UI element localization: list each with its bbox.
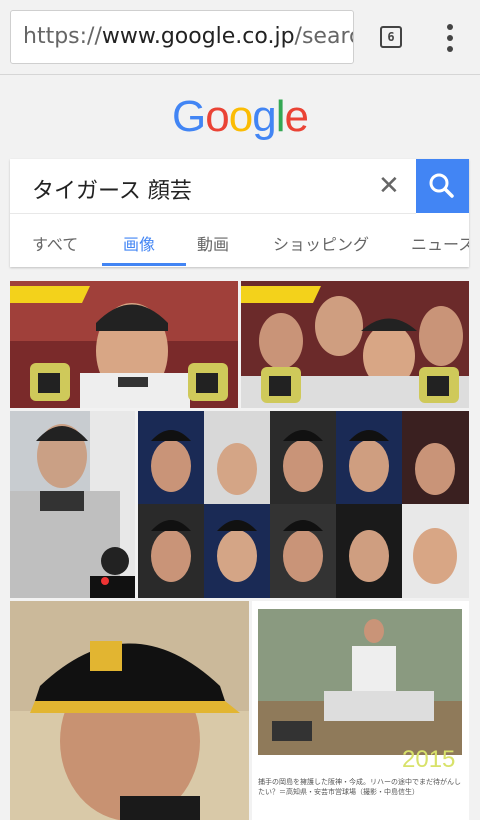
tab-switcher-button[interactable]: 6 [380,26,402,48]
logo-letter: o [228,92,254,141]
browser-toolbar: https://www.google.co.jp/search? 6 [0,0,480,75]
clear-icon[interactable]: ✕ [378,171,400,201]
image-result-2[interactable] [241,281,469,408]
search-tabs: すべて 画像 動画 ショッピング ニュース [10,214,469,267]
search-input[interactable]: タイガース 顔芸 [32,173,192,205]
image-result-4[interactable] [138,411,469,598]
image-result-3[interactable] [10,411,135,598]
url-host: www.google.co.jp [101,24,295,49]
address-bar[interactable]: https://www.google.co.jp/search? [10,10,354,64]
tab-all[interactable]: すべて [32,231,78,255]
image-caption: 捕手の岡島を擁護した阪神・今成。リハーの途中でまだ待がんしたい？＝高知県・安芸市… [258,778,461,796]
google-logo: Google [0,92,480,142]
logo-letter: G [172,92,206,141]
tab-news[interactable]: ニュース [411,231,469,255]
tab-shopping[interactable]: ショッピング [273,231,369,255]
logo-letter: e [284,92,309,141]
image-result-6[interactable]: 2015 捕手の岡島を擁護した阪神・今成。リハーの途中でまだ待がんしたい？＝高知… [252,601,469,820]
logo-letter: g [252,92,277,141]
search-icon [429,173,454,198]
logo-letter: o [205,92,230,141]
image-result-5[interactable] [10,601,249,820]
active-tab-indicator [102,263,186,266]
url-path: /search? [294,24,353,49]
search-button[interactable] [416,159,469,213]
url-scheme: https:// [23,24,102,49]
image-year-label: 2015 [402,746,456,773]
image-result-1[interactable] [10,281,238,408]
search-card: タイガース 顔芸 ✕ すべて 画像 動画 ショッピング ニュース [10,159,469,267]
tab-images[interactable]: 画像 [123,231,155,255]
tab-videos[interactable]: 動画 [197,231,229,255]
overflow-menu-icon[interactable] [440,24,460,52]
